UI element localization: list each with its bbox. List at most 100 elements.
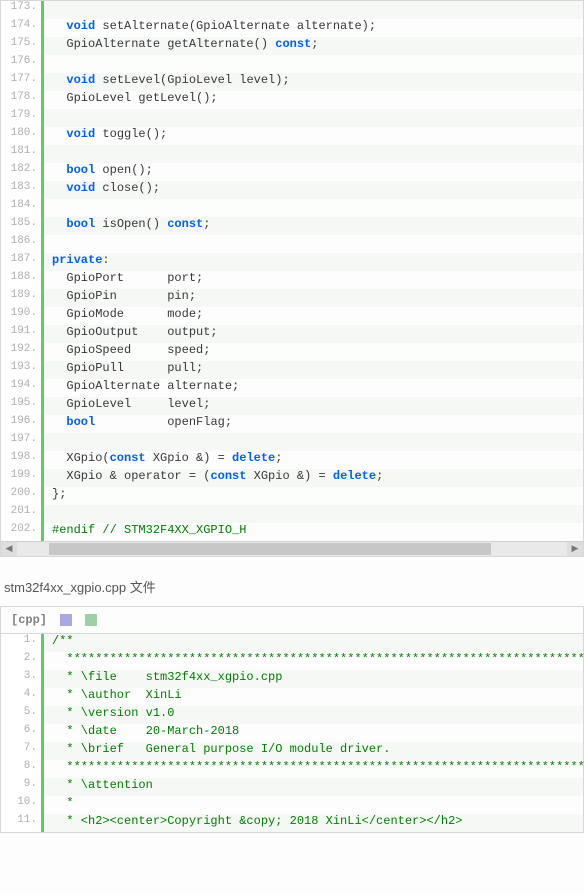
code-line: 178. GpioLevel getLevel(); [1,91,583,109]
code-text: GpioOutput output; [44,325,583,343]
code-text [44,199,583,217]
code-text: * \date 20-March-2018 [44,724,583,742]
line-number: 183. [1,181,44,199]
line-number: 181. [1,145,44,163]
code-text: * \attention [44,778,583,796]
line-number: 197. [1,433,44,451]
code-line: 200.}; [1,487,583,505]
scroll-right-icon[interactable]: ▶ [567,542,583,556]
line-number: 173. [1,1,44,19]
line-number: 190. [1,307,44,325]
code-line: 6. * \date 20-March-2018 [1,724,583,742]
line-number: 184. [1,199,44,217]
code-line: 196. bool openFlag; [1,415,583,433]
code-line: 182. bool open(); [1,163,583,181]
line-number: 176. [1,55,44,73]
code-block-bottom: [cpp] 1./**2. **************************… [0,606,584,833]
code-text: GpioAlternate alternate; [44,379,583,397]
line-number: 180. [1,127,44,145]
code-line: 191. GpioOutput output; [1,325,583,343]
line-number: 177. [1,73,44,91]
line-number: 11. [1,814,44,832]
code-text [44,145,583,163]
line-number: 198. [1,451,44,469]
line-number: 1. [1,634,44,652]
code-line: 10. * [1,796,583,814]
line-number: 175. [1,37,44,55]
code-text [44,235,583,253]
code-lines: 173.174. void setAlternate(GpioAlternate… [1,1,583,541]
code-line: 181. [1,145,583,163]
scroll-track[interactable] [17,542,567,556]
code-text: void toggle(); [44,127,583,145]
code-text [44,109,583,127]
scroll-thumb[interactable] [49,543,491,555]
code-text [44,505,583,523]
section-title: stm32f4xx_xgpio.cpp 文件 [4,577,584,596]
code-text: private: [44,253,583,271]
line-number: 201. [1,505,44,523]
line-number: 191. [1,325,44,343]
code-text: bool openFlag; [44,415,583,433]
code-line: 193. GpioPull pull; [1,361,583,379]
code-text: void close(); [44,181,583,199]
line-number: 10. [1,796,44,814]
code-line: 195. GpioLevel level; [1,397,583,415]
code-header: [cpp] [1,607,583,634]
code-line: 173. [1,1,583,19]
line-number: 9. [1,778,44,796]
code-line: 190. GpioMode mode; [1,307,583,325]
code-line: 175. GpioAlternate getAlternate() const; [1,37,583,55]
code-text: GpioPull pull; [44,361,583,379]
code-text [44,1,583,19]
code-lines: 1./**2. ********************************… [1,634,583,832]
scroll-left-icon[interactable]: ◀ [1,542,17,556]
code-line: 184. [1,199,583,217]
code-text: GpioPort port; [44,271,583,289]
code-text: * \file stm32f4xx_xgpio.cpp [44,670,583,688]
line-number: 3. [1,670,44,688]
code-text: GpioLevel level; [44,397,583,415]
line-number: 200. [1,487,44,505]
code-line: 197. [1,433,583,451]
code-text: XGpio(const XGpio &) = delete; [44,451,583,469]
line-number: 5. [1,706,44,724]
line-number: 199. [1,469,44,487]
code-text: /** [44,634,583,652]
code-text [44,55,583,73]
line-number: 194. [1,379,44,397]
code-text: bool isOpen() const; [44,217,583,235]
line-number: 196. [1,415,44,433]
code-line: 201. [1,505,583,523]
code-line: 202.#endif // STM32F4XX_XGPIO_H [1,523,583,541]
code-text: * \author XinLi [44,688,583,706]
code-line: 186. [1,235,583,253]
code-text: * \brief General purpose I/O module driv… [44,742,583,760]
code-line: 4. * \author XinLi [1,688,583,706]
code-line: 199. XGpio & operator = (const XGpio &) … [1,469,583,487]
code-text: * \version v1.0 [44,706,583,724]
code-text: #endif // STM32F4XX_XGPIO_H [44,523,583,541]
code-line: 2. *************************************… [1,652,583,670]
code-line: 7. * \brief General purpose I/O module d… [1,742,583,760]
code-line: 5. * \version v1.0 [1,706,583,724]
h-scrollbar[interactable]: ◀ ▶ [1,541,583,556]
line-number: 182. [1,163,44,181]
code-line: 192. GpioSpeed speed; [1,343,583,361]
code-line: 174. void setAlternate(GpioAlternate alt… [1,19,583,37]
code-line: 3. * \file stm32f4xx_xgpio.cpp [1,670,583,688]
line-number: 4. [1,688,44,706]
line-number: 192. [1,343,44,361]
code-line: 176. [1,55,583,73]
code-text: XGpio & operator = (const XGpio &) = del… [44,469,583,487]
line-number: 195. [1,397,44,415]
line-number: 187. [1,253,44,271]
line-number: 188. [1,271,44,289]
view-plain-icon[interactable] [60,614,72,626]
line-number: 193. [1,361,44,379]
code-line: 183. void close(); [1,181,583,199]
code-line: 11. * <h2><center>Copyright &copy; 2018 … [1,814,583,832]
code-line: 194. GpioAlternate alternate; [1,379,583,397]
copy-icon[interactable] [85,614,97,626]
line-number: 178. [1,91,44,109]
